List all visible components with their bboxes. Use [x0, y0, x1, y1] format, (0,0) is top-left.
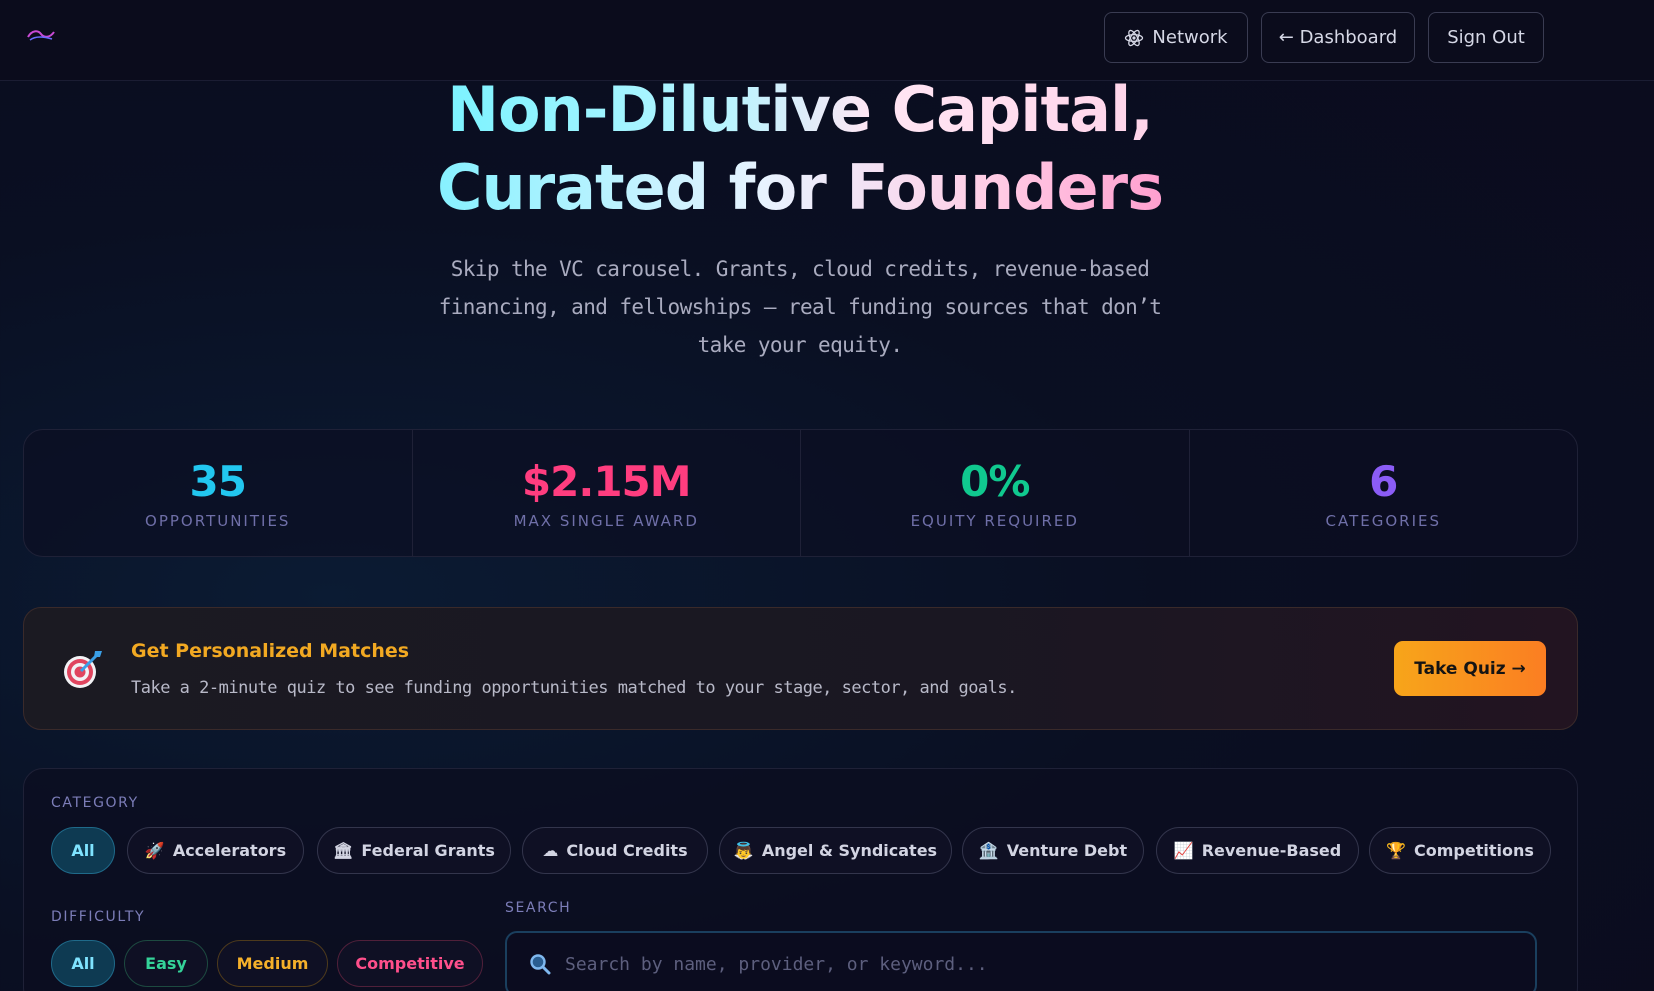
trophy-icon: 🏆 [1386, 841, 1407, 860]
sign-out-button[interactable]: Sign Out [1428, 12, 1544, 63]
category-chip-cloud-credits[interactable]: ☁ Cloud Credits [522, 827, 708, 874]
angel-icon: 👼 [733, 841, 754, 860]
stat-label: CATEGORIES [1325, 511, 1441, 530]
stat-opportunities: 35 OPPORTUNITIES [24, 430, 413, 556]
network-button-label: Network [1152, 27, 1228, 48]
stat-max-award: $2.15M MAX SINGLE AWARD [413, 430, 801, 556]
search-icon [530, 954, 551, 975]
category-chip-competitions[interactable]: 🏆 Competitions [1369, 827, 1551, 874]
chip-label: Accelerators [172, 841, 287, 860]
chip-label: All [71, 954, 95, 973]
chip-label: Federal Grants [361, 841, 495, 860]
atom-icon [1125, 29, 1144, 46]
take-quiz-button[interactable]: Take Quiz → [1394, 641, 1546, 696]
quiz-banner: Get Personalized Matches Take a 2-minute… [23, 607, 1578, 730]
chip-label: Cloud Credits [566, 841, 688, 860]
government-building-icon: 🏛 [333, 841, 354, 860]
difficulty-chip-competitive[interactable]: Competitive [337, 940, 483, 987]
filters-panel: CATEGORY All 🚀 Accelerators 🏛 Federal Gr… [23, 768, 1578, 991]
quiz-title: Get Personalized Matches [131, 640, 410, 662]
hero-title-line-2: Curated for Founders [436, 151, 1164, 224]
sign-out-button-label: Sign Out [1447, 27, 1525, 48]
difficulty-chip-medium[interactable]: Medium [217, 940, 328, 987]
hero-subtitle: Skip the VC carousel. Grants, cloud cred… [438, 257, 1162, 357]
stat-value: 0% [960, 456, 1030, 506]
difficulty-label: DIFFICULTY [51, 909, 146, 925]
search-label: SEARCH [505, 900, 572, 916]
chip-label: Angel & Syndicates [761, 841, 938, 860]
stat-label: OPPORTUNITIES [145, 511, 291, 530]
bank-icon: 🏦 [978, 841, 999, 860]
stat-value: 35 [189, 456, 247, 506]
chip-label: Venture Debt [1006, 841, 1128, 860]
chart-increasing-icon: 📈 [1173, 841, 1194, 860]
category-label: CATEGORY [51, 795, 139, 811]
difficulty-chip-easy[interactable]: Easy [124, 940, 208, 987]
stat-categories: 6 CATEGORIES [1190, 430, 1578, 556]
stat-value: $2.15M [521, 456, 692, 506]
chip-label: Revenue-Based [1201, 841, 1342, 860]
dashboard-button-label: ← Dashboard [1278, 27, 1398, 48]
cloud-icon: ☁ [542, 841, 559, 860]
chip-label: Competitions [1414, 841, 1534, 860]
chip-label: Easy [145, 954, 187, 973]
category-chip-angel-syndicates[interactable]: 👼 Angel & Syndicates [719, 827, 952, 874]
stat-label: EQUITY REQUIRED [910, 511, 1079, 530]
target-icon [64, 651, 102, 688]
chip-label: Competitive [355, 954, 465, 973]
search-box [505, 931, 1537, 991]
category-chip-revenue-based[interactable]: 📈 Revenue-Based [1156, 827, 1359, 874]
category-chip-accelerators[interactable]: 🚀 Accelerators [127, 827, 304, 874]
rocket-icon: 🚀 [144, 841, 165, 860]
quiz-description: Take a 2-minute quiz to see funding oppo… [131, 678, 1017, 698]
top-bar: Network ← Dashboard Sign Out [0, 0, 1654, 81]
stat-equity-required: 0% EQUITY REQUIRED [801, 430, 1190, 556]
category-chip-venture-debt[interactable]: 🏦 Venture Debt [962, 827, 1144, 874]
network-button[interactable]: Network [1104, 12, 1248, 63]
hero-title-line-1: Non-Dilutive Capital, [447, 73, 1154, 146]
category-chip-all[interactable]: All [51, 827, 115, 874]
stats-bar: 35 OPPORTUNITIES $2.15M MAX SINGLE AWARD… [23, 429, 1578, 557]
brand-logo-icon[interactable] [26, 28, 56, 42]
search-input[interactable] [565, 933, 1535, 991]
chip-label: All [71, 841, 95, 860]
stat-value: 6 [1369, 456, 1398, 506]
dashboard-button[interactable]: ← Dashboard [1261, 12, 1415, 63]
difficulty-chip-all[interactable]: All [51, 940, 115, 987]
category-chip-federal-grants[interactable]: 🏛 Federal Grants [317, 827, 511, 874]
chip-label: Medium [236, 954, 309, 973]
stat-label: MAX SINGLE AWARD [513, 511, 699, 530]
